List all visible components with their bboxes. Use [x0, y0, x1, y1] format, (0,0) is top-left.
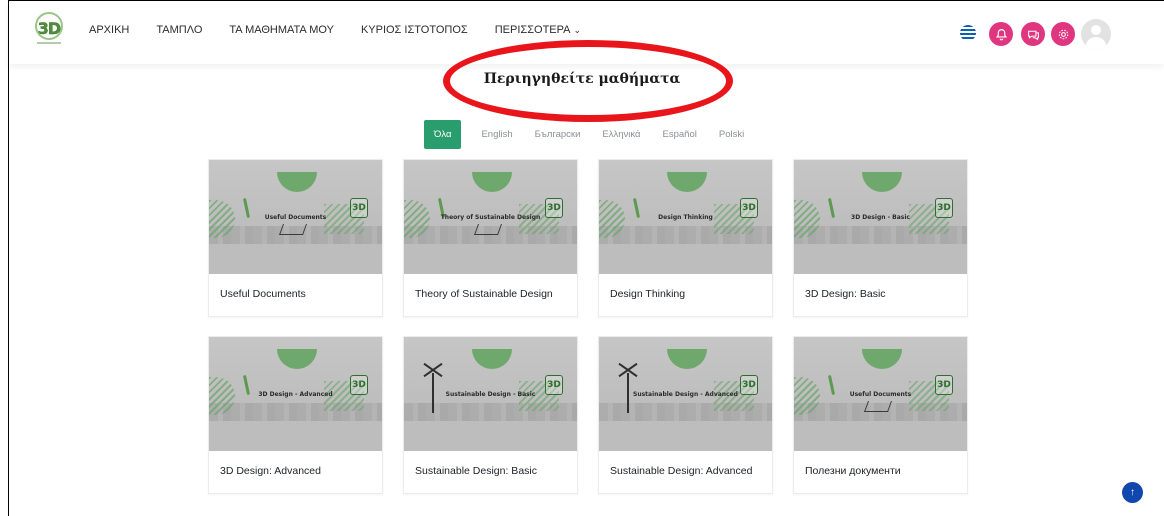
- image-ground: [794, 421, 967, 451]
- course-card[interactable]: 3D 3D Design - Basic 3D Design: Basic: [793, 159, 968, 317]
- course-card[interactable]: 3D Sustainable Design - Advanced Sustain…: [598, 336, 773, 494]
- course-title[interactable]: Sustainable Design: Basic: [415, 465, 537, 477]
- course-card[interactable]: 3D Design Thinking Design Thinking: [598, 159, 773, 317]
- course-title[interactable]: Useful Documents: [220, 288, 306, 300]
- image-ground: [599, 244, 772, 274]
- course-image: 3D Theory of Sustainable Design: [404, 160, 577, 274]
- course-card[interactable]: 3D Theory of Sustainable Design Theory o…: [403, 159, 578, 317]
- image-caption: Sustainable Design - Basic: [445, 391, 536, 398]
- filter-all[interactable]: Όλα: [424, 120, 462, 149]
- site-logo[interactable]: 3D: [35, 12, 63, 44]
- course-card[interactable]: 3D Sustainable Design - Basic Sustainabl…: [403, 336, 578, 494]
- book-icon: [278, 224, 308, 235]
- course-card[interactable]: 3D Useful Documents Полезни документи: [793, 336, 968, 494]
- nav-item-more-label: ΠΕΡΙΣΣΟΤΕΡΑ: [494, 24, 571, 36]
- course-image: 3D Sustainable Design - Advanced: [599, 337, 772, 451]
- settings-icon[interactable]: [1051, 22, 1075, 46]
- nav-item-more[interactable]: ΠΕΡΙΣΣΟΤΕΡΑ ⌄: [495, 24, 581, 36]
- course-title[interactable]: Полезни документи: [805, 465, 901, 477]
- language-flag-icon[interactable]: [960, 25, 976, 41]
- language-filter-bar: Όλα English Български Ελληνικά Español P…: [424, 120, 766, 149]
- bell-icon: [995, 28, 1007, 40]
- logo-ring: [35, 12, 63, 40]
- image-ground: [209, 244, 382, 274]
- nav-item-main-site[interactable]: ΚΥΡΙΟΣ ΙΣΤΟΤΟΠΟΣ: [361, 24, 468, 36]
- course-title[interactable]: 3D Design: Advanced: [220, 465, 321, 477]
- course-title[interactable]: Design Thinking: [610, 288, 685, 300]
- image-caption: 3D Design - Basic: [851, 214, 910, 221]
- filter-polish[interactable]: Polski: [719, 129, 744, 140]
- filter-spanish[interactable]: Español: [663, 129, 697, 140]
- scroll-to-top-button[interactable]: ↑: [1122, 482, 1143, 503]
- nav-item-dashboard[interactable]: ΤΑΜΠΛΟ: [156, 24, 202, 36]
- course-image: 3D 3D Design - Advanced: [209, 337, 382, 451]
- image-ground: [599, 421, 772, 451]
- filter-greek[interactable]: Ελληνικά: [602, 129, 640, 140]
- avatar-body: [1086, 37, 1106, 49]
- course-image: 3D Design Thinking: [599, 160, 772, 274]
- user-avatar[interactable]: [1081, 19, 1111, 49]
- nav-item-home[interactable]: ΑΡΧΙΚΗ: [89, 24, 129, 36]
- image-caption: Design Thinking: [658, 214, 713, 221]
- image-caption: Theory of Sustainable Design: [440, 214, 541, 221]
- gear-icon: [1058, 29, 1068, 39]
- avatar-head: [1091, 25, 1101, 35]
- course-card[interactable]: 3D 3D Design - Advanced 3D Design: Advan…: [208, 336, 383, 494]
- image-ground: [209, 421, 382, 451]
- image-ground: [404, 421, 577, 451]
- logo-underline: [37, 42, 61, 44]
- course-title[interactable]: Sustainable Design: Advanced: [610, 465, 752, 477]
- course-image: 3D 3D Design - Basic: [794, 160, 967, 274]
- image-caption: Useful Documents: [849, 391, 912, 398]
- book-icon: [473, 224, 503, 235]
- filter-bulgarian[interactable]: Български: [535, 129, 581, 140]
- image-caption: Useful Documents: [264, 214, 327, 221]
- messages-icon[interactable]: [1021, 22, 1045, 46]
- arrow-up-icon: ↑: [1130, 487, 1135, 498]
- chat-icon: [1027, 30, 1039, 40]
- image-ground: [404, 244, 577, 274]
- image-caption: 3D Design - Advanced: [258, 391, 333, 398]
- top-navbar: 3D ΑΡΧΙΚΗ ΤΑΜΠΛΟ ΤΑ ΜΑΘΗΜΑΤΑ ΜΟΥ ΚΥΡΙΟΣ …: [9, 1, 1164, 64]
- primary-menu: ΑΡΧΙΚΗ ΤΑΜΠΛΟ ΤΑ ΜΑΘΗΜΑΤΑ ΜΟΥ ΚΥΡΙΟΣ ΙΣΤ…: [89, 24, 608, 36]
- chevron-down-icon: ⌄: [573, 25, 582, 35]
- course-card[interactable]: 3D Useful Documents Useful Documents: [208, 159, 383, 317]
- image-ground: [794, 244, 967, 274]
- notifications-icon[interactable]: [989, 22, 1013, 46]
- course-image: 3D Sustainable Design - Basic: [404, 337, 577, 451]
- course-title[interactable]: Theory of Sustainable Design: [415, 288, 553, 300]
- book-icon: [863, 401, 893, 412]
- course-title[interactable]: 3D Design: Basic: [805, 288, 886, 300]
- filter-english[interactable]: English: [481, 129, 512, 140]
- nav-item-my-courses[interactable]: ΤΑ ΜΑΘΗΜΑΤΑ ΜΟΥ: [229, 24, 334, 36]
- course-image: 3D Useful Documents: [794, 337, 967, 451]
- course-image: 3D Useful Documents: [209, 160, 382, 274]
- page-title: Περιηγηθείτε μαθήματα: [483, 71, 681, 88]
- image-caption: Sustainable Design - Advanced: [633, 391, 738, 398]
